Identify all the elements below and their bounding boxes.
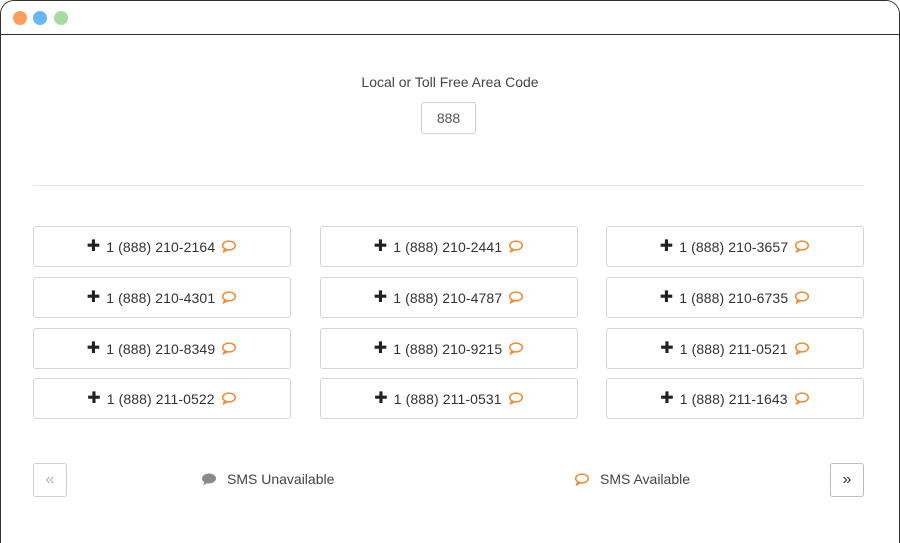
- plus-icon: ✚: [374, 389, 388, 407]
- speech-bubble-outline-icon: [508, 392, 524, 405]
- phone-number-label: 1 (888) 210-8349: [106, 340, 216, 357]
- phone-number-button[interactable]: ✚ 1 (888) 210-4787: [320, 277, 578, 318]
- speech-bubble-outline-icon: [221, 342, 237, 355]
- title-bar: [1, 1, 899, 35]
- speech-bubble-outline-icon: [508, 291, 524, 304]
- next-page-button[interactable]: »: [830, 463, 864, 497]
- speech-bubble-outline-icon: [221, 291, 237, 304]
- speech-bubble-outline-icon: [794, 291, 810, 304]
- plus-icon: ✚: [86, 288, 101, 306]
- app-window: Local or Toll Free Area Code ✚ 1 (888) 21…: [0, 0, 900, 543]
- speech-bubble-outline-icon: [508, 342, 524, 355]
- plus-icon: ✚: [86, 237, 101, 255]
- plus-icon: ✚: [373, 339, 388, 357]
- phone-number-button[interactable]: ✚ 1 (888) 210-8349: [33, 328, 291, 369]
- maximize-window-dot[interactable]: [54, 11, 68, 25]
- legend-sms-unavailable: SMS Unavailable: [201, 471, 334, 487]
- phone-number-button[interactable]: ✚ 1 (888) 210-2441: [320, 226, 578, 267]
- phone-number-button[interactable]: ✚ 1 (888) 210-3657: [606, 226, 864, 267]
- phone-number-label: 1 (888) 210-2441: [393, 238, 503, 255]
- phone-number-label: 1 (888) 210-3657: [679, 238, 789, 255]
- speech-bubble-outline-icon: [794, 392, 810, 405]
- plus-icon: ✚: [659, 237, 674, 255]
- speech-bubble-filled-icon: [201, 473, 217, 486]
- phone-number-button[interactable]: ✚ 1 (888) 210-2164: [33, 226, 291, 267]
- plus-icon: ✚: [373, 237, 388, 255]
- phone-number-button[interactable]: ✚ 1 (888) 210-4301: [33, 277, 291, 318]
- phone-number-label: 1 (888) 211-0522: [106, 390, 215, 407]
- area-code-input[interactable]: [421, 102, 476, 134]
- plus-icon: ✚: [87, 389, 101, 407]
- legend-available-label: SMS Available: [600, 471, 691, 487]
- phone-number-label: 1 (888) 211-1643: [679, 390, 788, 407]
- phone-number-grid: ✚ 1 (888) 210-2164 ✚ 1 (888) 210-2441 ✚ 1 (88…: [33, 226, 864, 420]
- plus-icon: ✚: [660, 389, 674, 407]
- legend-unavailable-label: SMS Unavailable: [227, 471, 335, 487]
- section-divider: [33, 185, 864, 186]
- phone-number-label: 1 (888) 210-4301: [106, 289, 216, 306]
- plus-icon: ✚: [659, 288, 674, 306]
- plus-icon: ✚: [660, 339, 674, 357]
- phone-number-button[interactable]: ✚ 1 (888) 211-1643: [606, 378, 864, 419]
- phone-number-label: 1 (888) 210-4787: [393, 289, 503, 306]
- area-code-label: Local or Toll Free Area Code: [361, 74, 539, 90]
- phone-number-label: 1 (888) 210-9215: [393, 340, 503, 357]
- plus-icon: ✚: [86, 339, 101, 357]
- phone-number-button[interactable]: ✚ 1 (888) 211-0531: [320, 378, 578, 419]
- minimize-window-dot[interactable]: [33, 11, 47, 25]
- speech-bubble-outline-icon: [574, 472, 590, 486]
- speech-bubble-outline-icon: [794, 240, 810, 253]
- phone-number-button[interactable]: ✚ 1 (888) 210-6735: [606, 277, 864, 318]
- legend-sms-available: SMS Available: [574, 471, 690, 487]
- plus-icon: ✚: [373, 288, 388, 306]
- phone-number-button[interactable]: ✚ 1 (888) 211-0521: [606, 328, 864, 369]
- speech-bubble-outline-icon: [508, 240, 524, 253]
- speech-bubble-outline-icon: [221, 392, 237, 405]
- close-window-dot[interactable]: [13, 11, 27, 25]
- speech-bubble-outline-icon: [794, 342, 810, 355]
- phone-number-button[interactable]: ✚ 1 (888) 211-0522: [33, 378, 291, 419]
- phone-number-button[interactable]: ✚ 1 (888) 210-9215: [320, 328, 578, 369]
- phone-number-label: 1 (888) 210-2164: [106, 238, 216, 255]
- previous-page-button[interactable]: «: [33, 463, 67, 497]
- phone-number-label: 1 (888) 210-6735: [679, 289, 789, 306]
- speech-bubble-outline-icon: [221, 240, 237, 253]
- phone-number-label: 1 (888) 211-0521: [679, 340, 788, 357]
- phone-number-label: 1 (888) 211-0531: [393, 390, 502, 407]
